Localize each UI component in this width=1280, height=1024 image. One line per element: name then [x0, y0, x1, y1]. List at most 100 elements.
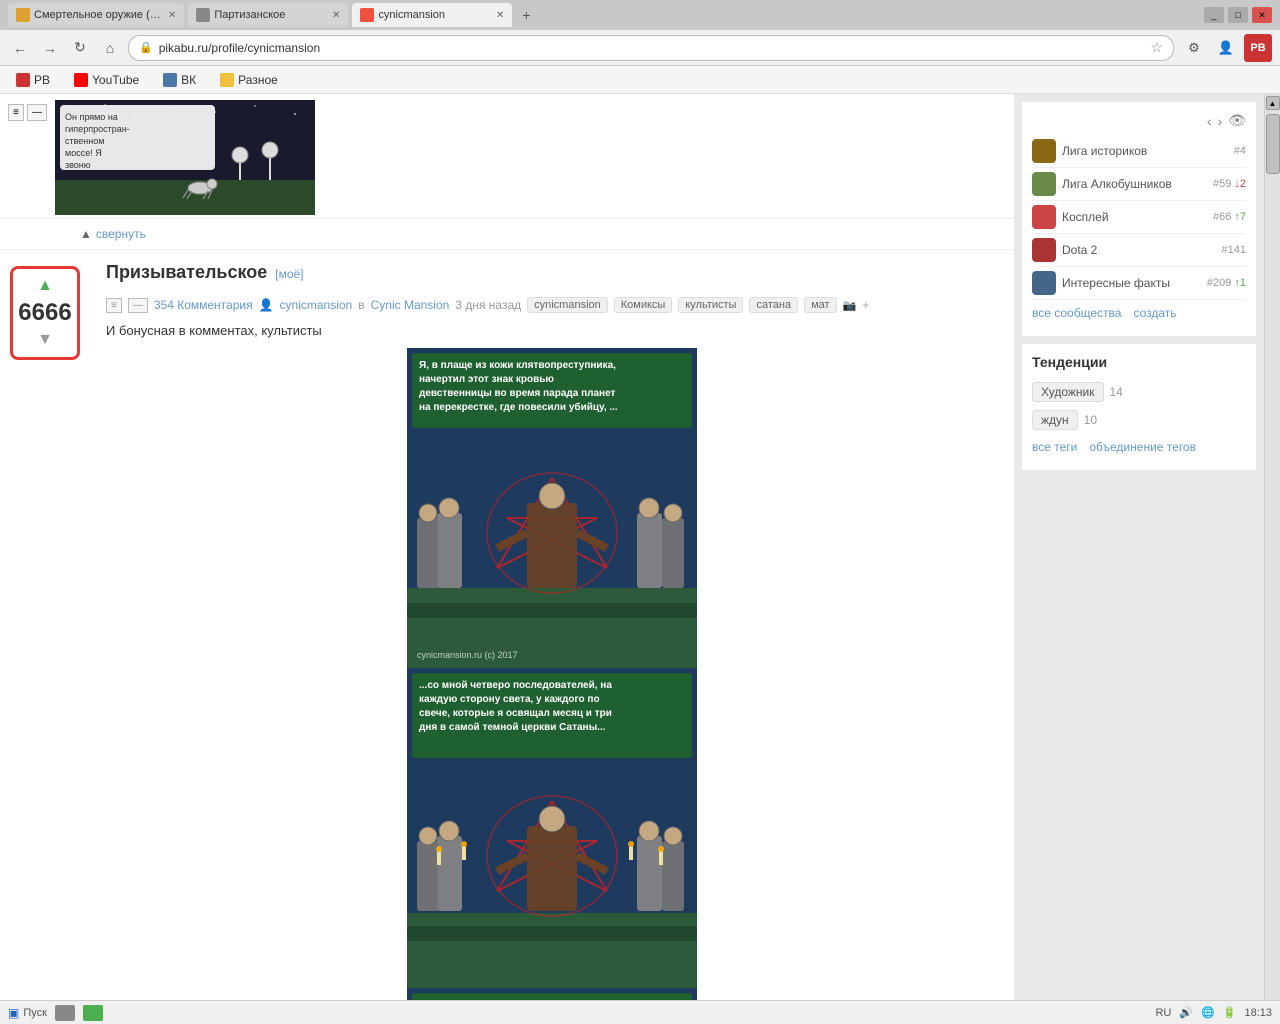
tab-3[interactable]: cynicmansion ✕ [352, 3, 512, 27]
lock-icon: 🔒 [139, 41, 153, 54]
start-label: Пуск [23, 1007, 47, 1019]
comic-panel-3-svg: ...каждому я вытатуировал проклятые знак… [407, 988, 697, 1000]
post-title-row: Призывательское [моё] [106, 262, 998, 291]
community-icon-1 [1032, 172, 1056, 196]
start-button[interactable]: ▣ Пуск [8, 1006, 47, 1020]
collapse-button[interactable]: ▲ свернуть [80, 223, 998, 245]
comic-panel-2: ...со мной четверо последователей, на ка… [407, 668, 697, 988]
bm-vk-label: ВК [181, 73, 196, 87]
svg-text:гиперпростран-: гиперпростран- [65, 124, 130, 134]
new-tab-button[interactable]: + [516, 5, 536, 25]
browser-frame: Смертельное оружие (Le... ✕ Партизанское… [0, 0, 1280, 1024]
tag-2[interactable]: культисты [678, 297, 743, 313]
svg-text:ственном: ственном [65, 136, 104, 146]
vote-count: 6666 [18, 299, 71, 327]
all-communities-link[interactable]: все сообщества [1032, 306, 1121, 320]
community-name-1[interactable]: Лига Алкобушников [1062, 177, 1207, 191]
user-button[interactable]: 👤 [1212, 34, 1240, 62]
community-name-0[interactable]: Лига историков [1062, 144, 1228, 158]
scroll-up-button[interactable]: ▲ [1266, 96, 1280, 110]
back-button[interactable]: ← [8, 36, 32, 60]
reload-button[interactable]: ↻ [68, 36, 92, 60]
scroll-thumb[interactable] [1266, 114, 1280, 174]
tab-1[interactable]: Смертельное оружие (Le... ✕ [8, 3, 184, 27]
community-icon-3 [1032, 238, 1056, 262]
sound-icon: 🔊 [1179, 1006, 1193, 1019]
nav-bar: ← → ↻ ⌂ 🔒 pikabu.ru/profile/cynicmansion… [0, 30, 1280, 66]
scrollbar[interactable]: ▲ [1264, 94, 1280, 1000]
community-icon-4 [1032, 271, 1056, 295]
maximize-button[interactable]: □ [1228, 7, 1248, 23]
network-icon: 🌐 [1201, 1006, 1215, 1019]
merge-tags-link[interactable]: объединение тегов [1089, 440, 1196, 454]
home-button[interactable]: ⌂ [98, 36, 122, 60]
community-item-4: Интересные факты #209 ↑1 [1032, 267, 1246, 300]
meta-list-icon[interactable]: ≡ [106, 298, 122, 313]
comments-link[interactable]: 354 Комментария [154, 298, 253, 312]
status-right: RU 🔊 🌐 🔋 18:13 [1155, 1006, 1272, 1019]
community-next-button[interactable]: › [1218, 113, 1223, 129]
extensions-button[interactable]: ⚙ [1180, 34, 1208, 62]
bm-yt-label: YouTube [92, 73, 139, 87]
post-title-tag[interactable]: [моё] [275, 267, 303, 281]
tag-3[interactable]: сатана [749, 297, 798, 313]
svg-text:...со мной четверо последовате: ...со мной четверо последователей, на [419, 680, 612, 691]
create-community-link[interactable]: создать [1133, 306, 1176, 320]
community-name-4[interactable]: Интересные факты [1062, 276, 1201, 290]
tab3-favicon [360, 8, 374, 22]
comic-panel-1: Я, в плаще из кожи клятвопреступника, на… [407, 348, 697, 668]
clock: 18:13 [1244, 1007, 1272, 1019]
bm-yt-icon [74, 73, 88, 87]
upvote-button[interactable]: ▲ [37, 277, 53, 295]
minimize-button[interactable]: _ [1204, 7, 1224, 23]
address-bar[interactable]: 🔒 pikabu.ru/profile/cynicmansion ☆ [128, 35, 1174, 61]
tab2-close[interactable]: ✕ [332, 10, 340, 21]
meta-add-icon[interactable]: + [862, 298, 869, 312]
author-link[interactable]: cynicmansion [280, 298, 353, 312]
svg-text:звоню: звоню [65, 160, 91, 170]
language-indicator: RU [1155, 1007, 1171, 1019]
menu-button[interactable]: РВ [1244, 34, 1272, 62]
tab1-close[interactable]: ✕ [168, 10, 176, 21]
meta-dash-icon[interactable]: — [128, 298, 148, 313]
bookmark-pb[interactable]: РВ [8, 71, 58, 89]
collapse-label: свернуть [96, 227, 146, 241]
bm-vk-icon [163, 73, 177, 87]
community-name-2[interactable]: Косплей [1062, 210, 1207, 224]
taskbar-item-chrome[interactable] [55, 1005, 75, 1021]
bookmark-star-icon[interactable]: ☆ [1150, 39, 1163, 56]
bookmark-folder[interactable]: Разное [212, 71, 286, 89]
trend-count-1: 10 [1084, 413, 1097, 427]
trend-tag-0[interactable]: Художник [1032, 382, 1104, 402]
taskbar-item-2[interactable] [83, 1005, 103, 1021]
bookmark-vk[interactable]: ВК [155, 71, 204, 89]
tab-2[interactable]: Партизанское ✕ [188, 3, 348, 27]
bookmark-youtube[interactable]: YouTube [66, 71, 147, 89]
community-link[interactable]: Cynic Mansion [371, 298, 450, 312]
community-item-2: Косплей #66 ↑7 [1032, 201, 1246, 234]
downvote-button[interactable]: ▼ [37, 331, 53, 349]
community-name-3[interactable]: Dota 2 [1062, 243, 1216, 257]
forward-button[interactable]: → [38, 36, 62, 60]
all-tags-row: все теги объединение тегов [1032, 434, 1246, 460]
tag-4[interactable]: мат [804, 297, 836, 313]
view-toggle[interactable]: ≡ — [8, 104, 47, 121]
svg-text:Он прямо на: Он прямо на [65, 112, 118, 122]
author-icon: 👤 [259, 298, 274, 312]
url-text: pikabu.ru/profile/cynicmansion [159, 41, 320, 55]
tab3-close[interactable]: ✕ [496, 10, 504, 21]
page-content: ≡ — [0, 94, 1280, 1000]
tab2-favicon [196, 8, 210, 22]
previous-post-area: ≡ — [0, 94, 1014, 219]
sidebar-communities: ‹ › 👁 Лига историков #4 [1022, 102, 1256, 336]
tab1-label: Смертельное оружие (Le... [34, 9, 164, 21]
close-button[interactable]: ✕ [1252, 7, 1272, 23]
tag-0[interactable]: cynicmansion [527, 297, 608, 313]
meta-in: в [358, 298, 364, 312]
tag-1[interactable]: Комиксы [614, 297, 673, 313]
community-prev-button[interactable]: ‹ [1207, 113, 1212, 129]
all-tags-link[interactable]: все теги [1032, 440, 1077, 454]
community-eye-icon[interactable]: 👁 [1228, 112, 1246, 129]
community-stats-0: #4 [1234, 145, 1246, 157]
trend-tag-1[interactable]: ждун [1032, 410, 1078, 430]
